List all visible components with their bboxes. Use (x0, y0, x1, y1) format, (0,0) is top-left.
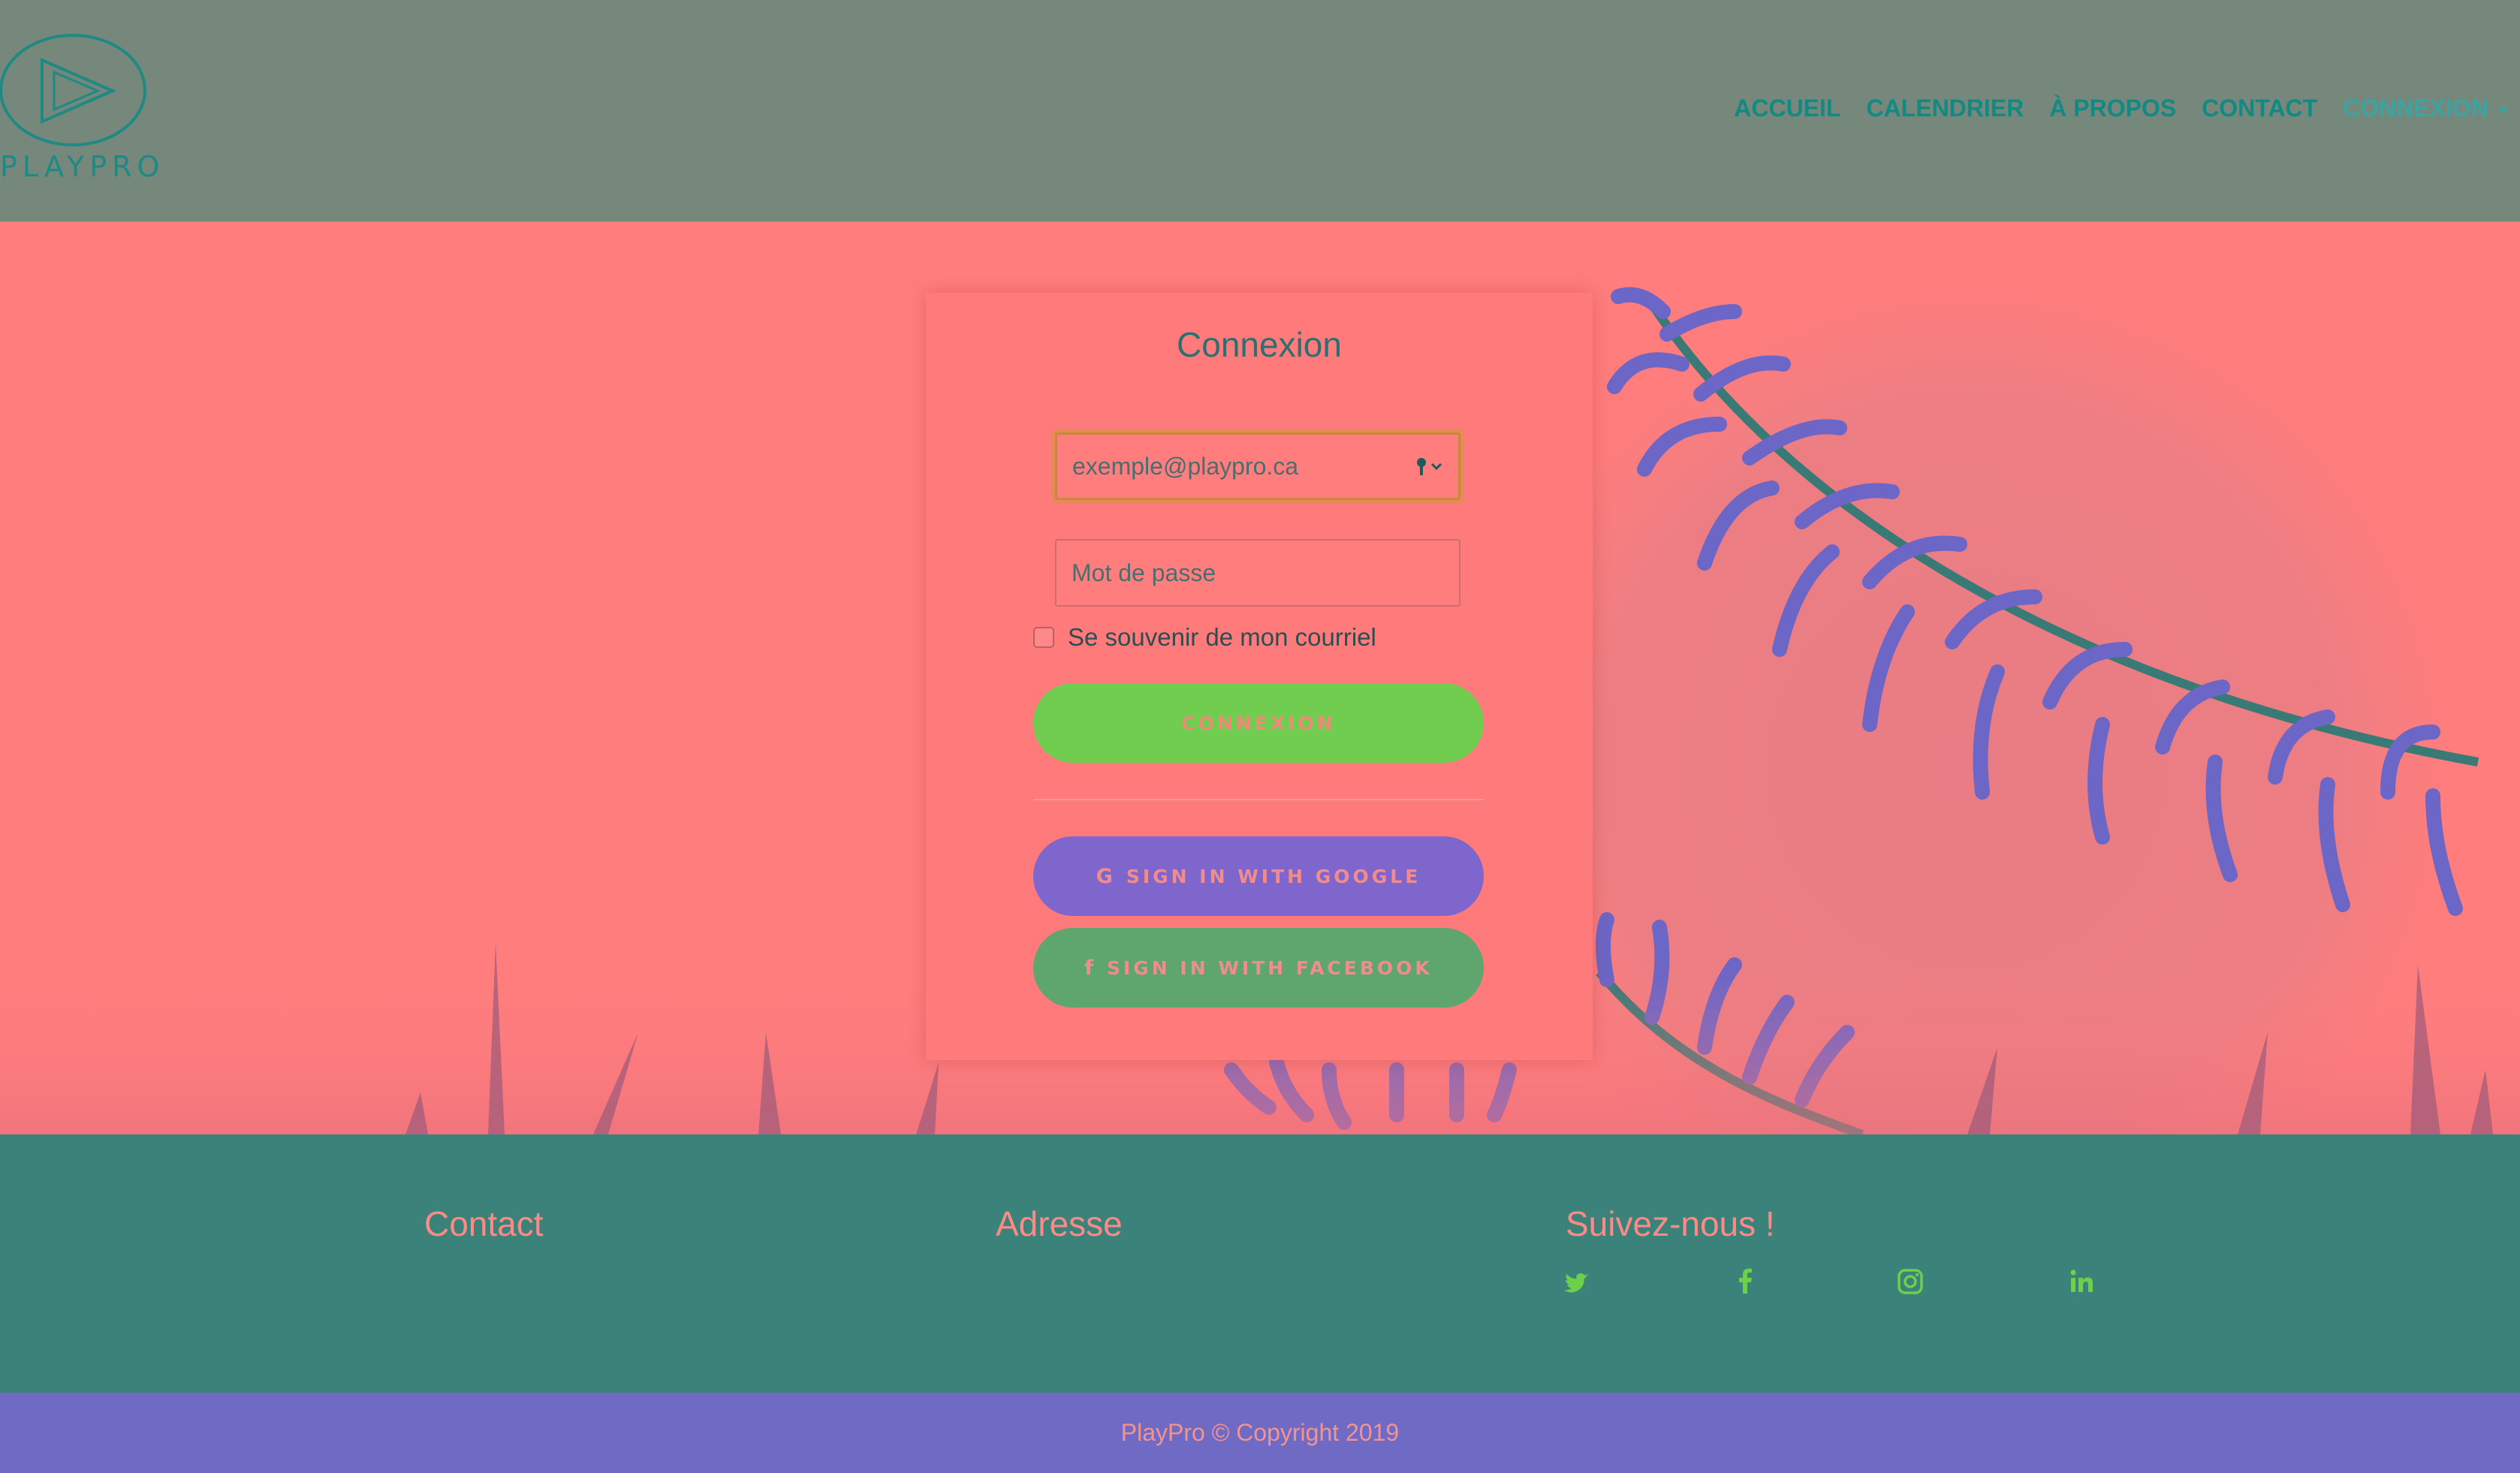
caret-down-icon (2497, 107, 2509, 113)
brand-name: PLAYPRO (0, 150, 165, 183)
facebook-icon[interactable] (1731, 1267, 1761, 1297)
facebook-signin-button[interactable]: f SIGN IN WITH FACEBOOK (1033, 928, 1484, 1008)
footer-address-heading: Adresse (996, 1204, 1123, 1243)
email-input[interactable] (1055, 432, 1460, 500)
nav-item-connexion-label: CONNEXION (2343, 95, 2488, 122)
facebook-icon: f (1084, 956, 1096, 980)
site-footer: Contact Adresse Suivez-nous ! (0, 1134, 2520, 1393)
login-title: Connexion (1177, 325, 1342, 364)
nav-item-a-propos[interactable]: À PROPOS (2049, 95, 2176, 122)
site-header: PLAYPRO ACCUEIL CALENDRIER À PROPOS CONT… (0, 0, 2520, 221)
login-card: Connexion Se souvenir de mon courriel CO… (926, 293, 1593, 1060)
google-icon: G (1096, 864, 1116, 888)
login-button[interactable]: CONNEXION (1033, 683, 1484, 763)
nav-item-accueil[interactable]: ACCUEIL (1734, 95, 1840, 122)
divider (1033, 799, 1484, 800)
copyright-text: PlayPro © Copyright 2019 (1120, 1419, 1400, 1446)
instagram-icon[interactable] (1895, 1267, 1925, 1297)
main-nav: ACCUEIL CALENDRIER À PROPOS CONTACT CONN… (1708, 95, 2509, 122)
hero-section: Connexion Se souvenir de mon courriel CO… (0, 221, 2520, 1134)
playpro-logo-icon (0, 34, 146, 146)
google-signin-label: SIGN IN WITH GOOGLE (1126, 865, 1421, 887)
twitter-icon[interactable] (1562, 1267, 1592, 1297)
nav-item-contact[interactable]: CONTACT (2202, 95, 2317, 122)
nav-item-connexion[interactable]: CONNEXION (2343, 95, 2509, 122)
footer-social-heading: Suivez-nous ! (1566, 1204, 1775, 1243)
linkedin-icon[interactable] (2066, 1267, 2096, 1297)
facebook-signin-label: SIGN IN WITH FACEBOOK (1106, 956, 1433, 979)
password-input[interactable] (1055, 539, 1460, 607)
remember-email-row: Se souvenir de mon courriel (1033, 623, 1376, 652)
copyright-bar: PlayPro © Copyright 2019 (0, 1393, 2520, 1473)
remember-email-checkbox[interactable] (1033, 627, 1054, 648)
nav-item-calendrier[interactable]: CALENDRIER (1866, 95, 2024, 122)
playpro-logo[interactable]: PLAYPRO (0, 32, 165, 189)
remember-email-label[interactable]: Se souvenir de mon courriel (1068, 623, 1376, 652)
footer-contact-heading: Contact (424, 1204, 544, 1243)
password-manager-key-icon[interactable] (1414, 455, 1447, 477)
google-signin-button[interactable]: G SIGN IN WITH GOOGLE (1033, 836, 1484, 916)
